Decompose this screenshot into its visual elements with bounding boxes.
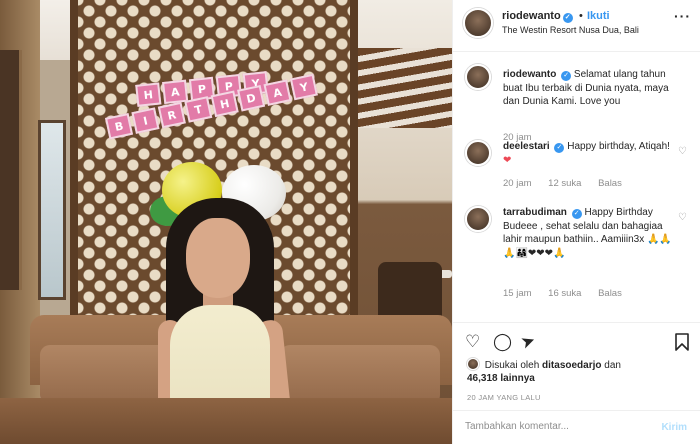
post-username[interactable]: riodewanto ✓ (502, 10, 573, 23)
comment-text: riodewanto ✓ Selamat ulang tahun buat Ib… (503, 68, 675, 109)
liker-username[interactable]: ditasoedarjo (542, 360, 601, 371)
comment-like-heart-icon[interactable]: ♡ (678, 212, 687, 223)
banner-flag: H (135, 82, 162, 107)
likes-conj: dan (604, 360, 621, 371)
verified-badge-icon: ✓ (561, 71, 572, 81)
reply-button[interactable]: Balas (598, 288, 622, 299)
heart-emoji: ❤ (503, 154, 512, 166)
avatar[interactable] (465, 140, 491, 166)
verified-badge-icon: ✓ (571, 209, 582, 219)
comment-meta: 20 jam 12 suka Balas (503, 178, 636, 189)
bookmark-icon-svg (675, 333, 689, 351)
likes-summary: Disukai oleh ditasoedarjo dan 46,318 lai… (467, 358, 697, 385)
post-time-ago: 20 JAM YANG LALU (467, 393, 541, 402)
left-window (38, 120, 66, 300)
follow-button[interactable]: Ikuti (587, 10, 610, 22)
reply-button[interactable]: Balas (598, 178, 622, 189)
heart-icon[interactable]: ♡ (465, 333, 480, 350)
comment-time: 20 jam (503, 178, 532, 189)
comment-username[interactable]: tarrabudiman (503, 207, 567, 218)
bookmark-icon[interactable] (675, 333, 689, 354)
comment-likes[interactable]: 12 suka (548, 178, 581, 189)
ellipsis-icon[interactable]: ··· (674, 8, 691, 24)
comment-icon[interactable]: ◯ (493, 333, 512, 350)
post-header: riodewanto ✓ • Ikuti The Westin Resort Nu… (453, 0, 700, 52)
sofa-seat (0, 398, 452, 444)
avatar[interactable] (465, 206, 491, 232)
verified-badge-icon: ✓ (562, 13, 573, 23)
share-icon[interactable]: ➤ (518, 330, 538, 353)
woman-face (186, 218, 250, 298)
comment-likes[interactable]: 16 suka (548, 288, 581, 299)
post-side-panel: riodewanto ✓ • Ikuti The Westin Resort Nu… (452, 0, 700, 444)
comment-text: deelestari ✓ Happy birthday, Atiqah! ❤ (503, 140, 675, 167)
post-comment-button[interactable]: Kirim (661, 422, 687, 433)
comment-body: Happy birthday, Atiqah! (567, 141, 670, 152)
avatar[interactable] (467, 358, 479, 370)
sofa-cushion (280, 345, 440, 405)
likes-suffix[interactable]: lainnya (500, 373, 534, 384)
username-text[interactable]: riodewanto (502, 10, 561, 22)
post-photo[interactable]: H A P P Y B I R T H D A Y (0, 0, 452, 444)
avatar[interactable] (463, 8, 493, 38)
comment-meta: 15 jam 16 suka Balas (503, 288, 636, 299)
comment-like-heart-icon[interactable]: ♡ (678, 146, 687, 157)
comments-list[interactable]: riodewanto ✓ Selamat ulang tahun buat Ib… (453, 52, 700, 322)
add-comment-bar: Kirim (453, 410, 700, 444)
ceiling-beams (358, 48, 452, 128)
left-door (0, 50, 22, 290)
location-link[interactable]: The Westin Resort Nusa Dua, Bali (502, 25, 639, 35)
comment-text: tarrabudiman ✓ Happy Birthday Budeee , s… (503, 206, 675, 260)
likes-prefix: Disukai oleh (484, 360, 540, 371)
comment-input[interactable] (465, 421, 635, 432)
separator-dot: • (579, 10, 583, 22)
avatar[interactable] (465, 64, 491, 90)
comment-username[interactable]: deelestari (503, 141, 550, 152)
verified-badge-icon: ✓ (554, 143, 565, 153)
comment-time: 15 jam (503, 288, 532, 299)
post-actions: ♡ ◯ ➤ (453, 322, 700, 360)
likes-count[interactable]: 46,318 (467, 373, 498, 384)
comment-username[interactable]: riodewanto (503, 69, 556, 80)
